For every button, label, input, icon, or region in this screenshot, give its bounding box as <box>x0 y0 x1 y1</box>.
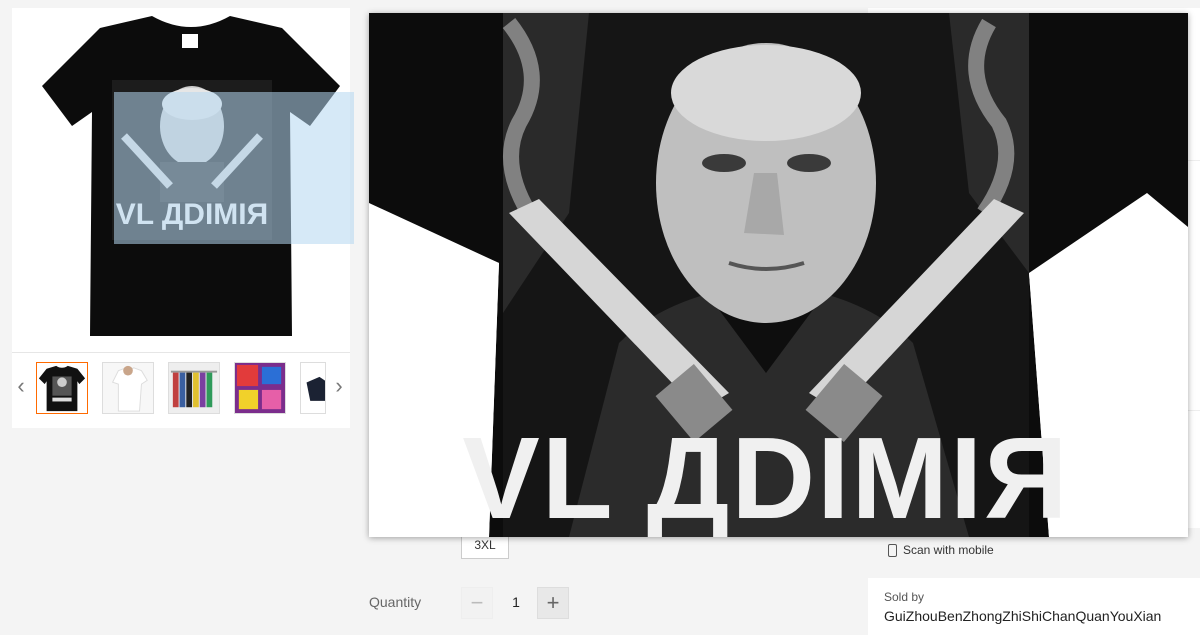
tshirt-small-image: VL ДDIMIЯ <box>42 16 340 336</box>
main-product-image[interactable]: VL ДDIMIЯ <box>40 16 354 346</box>
zoom-preview: VL ДDIMIЯ <box>369 13 1188 537</box>
next-arrow-icon[interactable]: › <box>332 373 346 398</box>
print-text-small: VL ДDIMIЯ <box>116 198 268 231</box>
prev-arrow-icon[interactable]: ‹ <box>14 373 28 398</box>
sold-by-label: Sold by <box>884 590 925 604</box>
sold-by-box: Sold by GuiZhouBenZhongZhiShiChanQuanYou… <box>868 578 1200 635</box>
seller-name-link[interactable]: GuiZhouBenZhongZhiShiChanQuanYouXian <box>884 608 1161 624</box>
quantity-increase-button[interactable]: + <box>537 587 569 619</box>
quantity-input[interactable]: 1 <box>501 594 531 610</box>
gallery-divider <box>12 352 350 353</box>
scan-label: Scan with mobile <box>903 543 994 557</box>
quantity-label: Quantity <box>369 594 422 610</box>
scan-with-mobile[interactable]: Scan with mobile <box>888 543 994 557</box>
mobile-phone-icon <box>888 543 897 557</box>
product-page: VL ДDIMIЯ ‹ › 3XL Quantity − 1 + Scan wi… <box>0 0 1200 635</box>
thumbnail-black-tshirt[interactable] <box>36 362 88 414</box>
quantity-decrease-button[interactable]: − <box>461 587 493 619</box>
thumbnail-dark-tshirt-partial[interactable] <box>300 362 326 414</box>
thumbnail-colorful-print[interactable] <box>234 362 286 414</box>
image-gallery: VL ДDIMIЯ ‹ › <box>12 8 354 428</box>
print-text-zoomed: VL ДDIMIЯ <box>462 413 1069 537</box>
thumbnail-strip <box>36 362 326 414</box>
tshirt-zoomed-image: VL ДDIMIЯ <box>369 13 1188 537</box>
thumbnail-white-tshirt[interactable] <box>102 362 154 414</box>
thumbnail-tshirt-rack[interactable] <box>168 362 220 414</box>
